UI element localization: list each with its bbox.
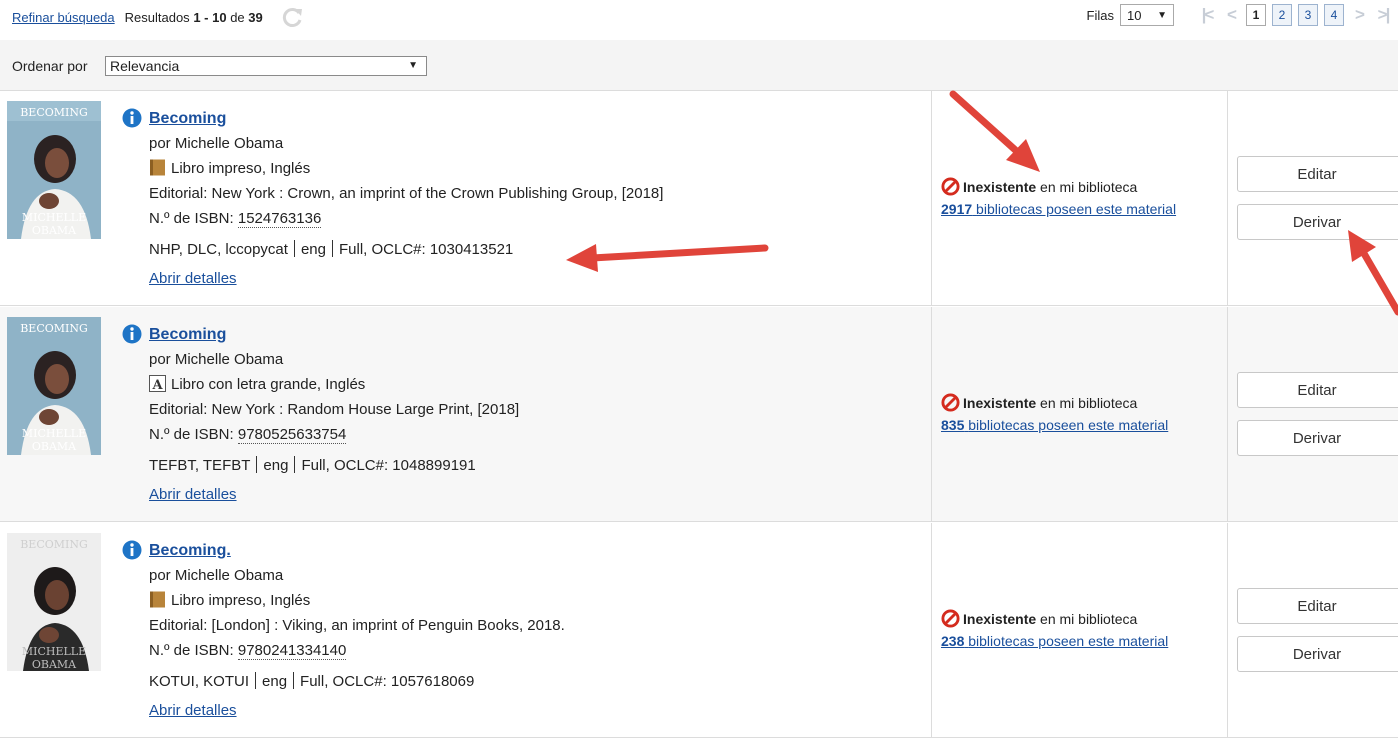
record-isbn: N.º de ISBN: 9780241334140 [149,642,347,660]
record-details: Becoming por Michelle Obama A Libro con … [149,322,519,507]
dropdown-caret-icon: ▼ [1157,9,1167,21]
results-count: Resultados 1 - 10 de 39 [124,9,263,25]
record-title-link[interactable]: Becoming [149,110,226,127]
holdings-info: Inexistente en mi biblioteca 238 bibliot… [941,609,1169,649]
info-icon[interactable] [122,324,142,344]
open-details-link[interactable]: Abrir detalles [149,702,237,719]
record-author: por Michelle Obama [149,135,284,152]
record-details: Becoming por Michelle Obama Libro impres… [149,106,663,291]
printed-book-icon [150,159,165,176]
holding-status: Inexistente [963,395,1037,411]
holdings-info: Inexistente en mi biblioteca 2917 biblio… [941,177,1177,217]
svg-text:BECOMING: BECOMING [20,538,88,551]
record-details: Becoming. por Michelle Obama Libro impre… [149,538,565,723]
record-author: por Michelle Obama [149,351,284,368]
refine-search-link[interactable]: Refinar búsqueda [12,10,115,25]
holding-status: Inexistente [963,611,1037,627]
record-author: por Michelle Obama [149,567,284,584]
svg-text:BECOMING: BECOMING [20,106,88,119]
record-publisher: Editorial: New York : Crown, an imprint … [149,185,664,202]
large-print-book-icon: A [149,375,166,392]
info-icon[interactable] [122,108,142,128]
holding-libraries-link[interactable]: 835 bibliotecas poseen este material [941,417,1168,433]
record-format: Libro impreso, Inglés [149,156,663,181]
holding-status: Inexistente [963,179,1037,195]
page-2[interactable]: 2 [1272,4,1292,26]
last-page-icon[interactable]: >| [1374,5,1392,25]
record-title-link[interactable]: Becoming [149,326,226,343]
results-summary: Refinar búsqueda Resultados 1 - 10 de 39 [12,6,305,28]
no-holdings-icon [941,393,960,412]
previous-page-icon[interactable]: < [1222,5,1240,25]
next-page-icon[interactable]: > [1350,5,1368,25]
result-row: BECOMING MICHELLE OBAMA Becoming por Mic… [0,91,1398,306]
holdings-info: Inexistente en mi biblioteca 835 bibliot… [941,393,1169,433]
record-isbn: N.º de ISBN: 1524763136 [149,210,322,228]
record-cataloging-info: KOTUI, KOTUI eng Full, OCLC#: 1057618069 [149,672,475,690]
sort-select[interactable]: Relevancia ▼ [105,56,427,76]
holding-libraries-link[interactable]: 2917 bibliotecas poseen este material [941,201,1176,217]
record-publisher: Editorial: [London] : Viking, an imprint… [149,617,565,634]
edit-button[interactable]: Editar [1237,588,1398,624]
record-cataloging-info: TEFBT, TEFBT eng Full, OCLC#: 1048899191 [149,456,476,474]
sort-label: Ordenar por [12,58,88,74]
holding-libraries-link[interactable]: 238 bibliotecas poseen este material [941,633,1168,649]
book-cover-image[interactable]: BECOMING MICHELLE OBAMA [7,533,101,671]
svg-text:OBAMA: OBAMA [32,658,77,671]
edit-button[interactable]: Editar [1237,372,1398,408]
record-format: Libro impreso, Inglés [149,588,565,613]
page-1: 1 [1246,4,1266,26]
results-toolbar: Refinar búsqueda Resultados 1 - 10 de 39… [0,0,1398,38]
svg-text:MICHELLE: MICHELLE [22,211,86,224]
refresh-icon[interactable] [281,6,305,28]
svg-text:OBAMA: OBAMA [32,440,77,453]
dropdown-caret-icon: ▼ [408,60,418,71]
derive-button[interactable]: Derivar [1237,636,1398,672]
isbn-value: 9780525633754 [237,426,347,444]
svg-text:BECOMING: BECOMING [20,322,88,335]
result-row: BECOMING MICHELLE OBAMA Becoming. por Mi… [0,523,1398,738]
book-cover-image[interactable]: BECOMING MICHELLE OBAMA [7,317,101,455]
pagination: Filas 10 ▼ |< < 1 2 3 4 > >| [1087,4,1392,26]
open-details-link[interactable]: Abrir detalles [149,486,237,503]
page-3[interactable]: 3 [1298,4,1318,26]
first-page-icon[interactable]: |< [1198,5,1216,25]
rows-label: Filas [1086,7,1114,23]
isbn-value: 9780241334140 [237,642,347,660]
open-details-link[interactable]: Abrir detalles [149,270,237,287]
no-holdings-icon [941,177,960,196]
printed-book-icon [150,591,165,608]
rows-per-page-select[interactable]: 10 ▼ [1120,4,1174,26]
book-cover-image[interactable]: BECOMING MICHELLE OBAMA [7,101,101,239]
derive-button[interactable]: Derivar [1237,204,1398,240]
svg-text:MICHELLE: MICHELLE [22,645,86,658]
record-title-link[interactable]: Becoming. [149,542,231,559]
result-row: BECOMING MICHELLE OBAMA Becoming por Mic… [0,307,1398,522]
edit-button[interactable]: Editar [1237,156,1398,192]
record-cataloging-info: NHP, DLC, lccopycat eng Full, OCLC#: 10304… [149,240,514,258]
no-holdings-icon [941,609,960,628]
isbn-value: 1524763136 [237,210,322,228]
svg-text:A: A [151,378,163,392]
derive-button[interactable]: Derivar [1237,420,1398,456]
sort-bar: Ordenar por Relevancia ▼ [0,40,1398,91]
info-icon[interactable] [122,540,142,560]
record-publisher: Editorial: New York : Random House Large… [149,401,520,418]
record-format: A Libro con letra grande, Inglés [149,372,519,397]
record-isbn: N.º de ISBN: 9780525633754 [149,426,347,444]
svg-text:MICHELLE: MICHELLE [22,427,86,440]
svg-text:OBAMA: OBAMA [32,224,77,237]
page-4[interactable]: 4 [1324,4,1344,26]
